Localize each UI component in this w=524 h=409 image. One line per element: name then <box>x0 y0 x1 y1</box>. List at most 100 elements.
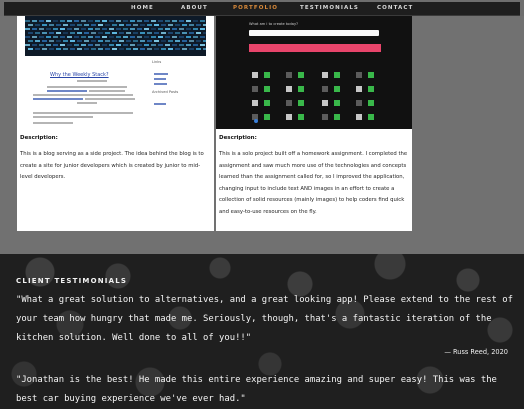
keyboard-key <box>109 28 114 30</box>
keyboard-key <box>88 20 93 22</box>
keyboard-key <box>49 40 54 42</box>
resource-tile <box>334 100 340 106</box>
nav-portfolio[interactable]: PORTFOLIO <box>233 5 278 11</box>
keyboard-key <box>158 20 163 22</box>
resource-thumbnail <box>286 72 292 78</box>
keyboard-key <box>165 44 170 46</box>
keyboard-key <box>42 48 47 50</box>
resources-app-screenshot[interactable]: What am i to create today? <box>216 16 412 129</box>
keyboard-key <box>35 32 40 34</box>
keyboard-key <box>91 48 96 50</box>
keyboard-key <box>175 32 180 34</box>
keyboard-key <box>130 20 135 22</box>
keyboard-key <box>119 32 124 34</box>
resources-app-preview: What am i to create today? <box>216 16 412 129</box>
top-nav: HOME ABOUT PORTFOLIO TESTIMONIALS CONTAC… <box>4 2 520 16</box>
keyboard-key <box>46 44 51 46</box>
keyboard-key <box>116 28 121 30</box>
keyboard-key <box>74 28 79 30</box>
keyboard-key <box>137 44 142 46</box>
keyboard-key <box>112 48 117 50</box>
keyboard-key <box>147 24 152 26</box>
keyboard-key <box>158 44 163 46</box>
nav-home[interactable]: HOME <box>131 5 154 11</box>
keyboard-key <box>95 28 100 30</box>
portfolio-card-blog[interactable]: Why the Weekly Stack? Links Archived Pos… <box>17 16 214 231</box>
keyboard-key <box>172 36 177 38</box>
resource-tile <box>368 114 374 120</box>
keyboard-key <box>161 48 166 50</box>
keyboard-key <box>165 20 170 22</box>
resource-thumbnail <box>286 86 292 92</box>
keyboard-image <box>25 16 206 56</box>
keyboard-key <box>77 40 82 42</box>
keyboard-key <box>116 36 121 38</box>
keyboard-key <box>95 36 100 38</box>
resource-tile <box>298 72 304 78</box>
keyboard-key <box>193 44 198 46</box>
nav-testimonials[interactable]: TESTIMONIALS <box>300 5 359 11</box>
keyboard-key <box>203 48 206 50</box>
keyboard-key <box>179 28 184 30</box>
keyboard-key <box>140 32 145 34</box>
keyboard-key <box>168 32 173 34</box>
keyboard-key <box>172 28 177 30</box>
keyboard-key <box>98 48 103 50</box>
portfolio-card-resources[interactable]: What am i to create today? Description: … <box>216 16 412 231</box>
keyboard-key <box>84 32 89 34</box>
keyboard-key <box>196 32 201 34</box>
keyboard-key <box>81 28 86 30</box>
keyboard-key <box>186 20 191 22</box>
keyboard-key <box>49 48 54 50</box>
keyboard-key <box>28 48 33 50</box>
keyboard-key <box>189 24 194 26</box>
keyboard-key <box>32 44 37 46</box>
keyboard-key <box>126 32 131 34</box>
keyboard-key <box>130 28 135 30</box>
blog-screenshot[interactable]: Why the Weekly Stack? Links Archived Pos… <box>17 16 214 129</box>
resource-thumbnail <box>252 86 258 92</box>
keyboard-key <box>81 20 86 22</box>
resource-thumbnail <box>322 72 328 78</box>
description-text: This is a solo project built off a homew… <box>219 151 408 215</box>
keyboard-key <box>175 48 180 50</box>
keyboard-key <box>161 24 166 26</box>
resource-tile <box>368 72 374 78</box>
keyboard-key <box>189 32 194 34</box>
keyboard-key <box>147 40 152 42</box>
keyboard-key <box>126 40 131 42</box>
keyboard-key <box>81 36 86 38</box>
keyboard-key <box>130 36 135 38</box>
keyboard-key <box>25 44 30 46</box>
testimonial-quote: "Jonathan is the best! He made this enti… <box>16 375 497 404</box>
resource-thumbnail <box>322 114 328 120</box>
resource-tile <box>298 86 304 92</box>
keyboard-key <box>32 20 37 22</box>
keyboard-key <box>203 32 206 34</box>
keyboard-key <box>133 24 138 26</box>
keyboard-key <box>144 44 149 46</box>
testimonial-quote: "What a great solution to alternatives, … <box>16 295 513 343</box>
keyboard-key <box>193 20 198 22</box>
keyboard-key <box>203 40 206 42</box>
keyboard-key <box>172 20 177 22</box>
resource-tile <box>368 86 374 92</box>
keyboard-key <box>91 40 96 42</box>
keyboard-key <box>186 28 191 30</box>
keyboard-key <box>168 40 173 42</box>
keyboard-key <box>46 20 51 22</box>
keyboard-key <box>42 40 47 42</box>
keyboard-key <box>95 20 100 22</box>
keyboard-key <box>91 24 96 26</box>
resource-tile <box>334 72 340 78</box>
keyboard-key <box>200 44 205 46</box>
keyboard-key <box>60 36 65 38</box>
nav-contact[interactable]: CONTACT <box>377 5 413 11</box>
keyboard-key <box>39 36 44 38</box>
keyboard-key <box>182 40 187 42</box>
nav-about[interactable]: ABOUT <box>181 5 208 11</box>
keyboard-key <box>109 44 114 46</box>
keyboard-key <box>130 44 135 46</box>
keyboard-key <box>123 20 128 22</box>
keyboard-key <box>77 32 82 34</box>
